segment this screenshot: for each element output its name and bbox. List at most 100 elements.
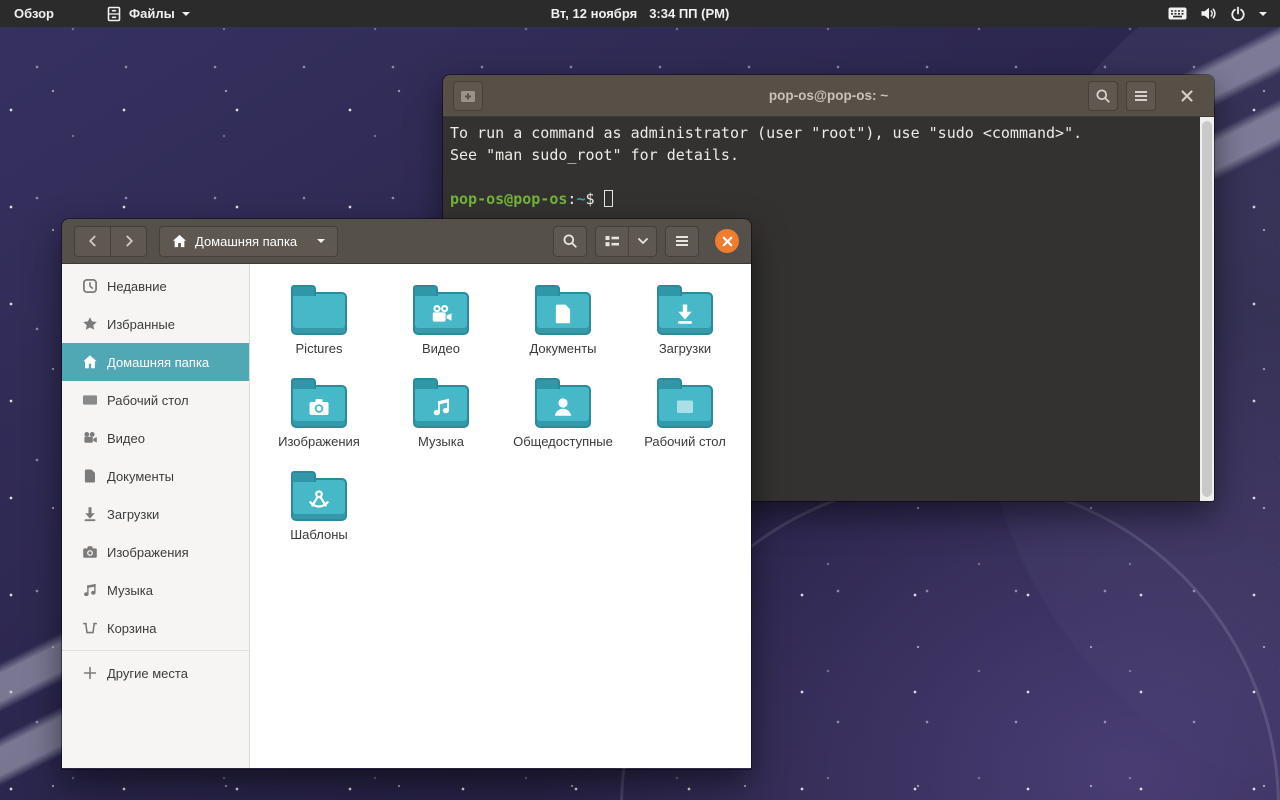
sidebar-item-label: Изображения xyxy=(107,544,189,560)
screen-glyph xyxy=(677,400,693,413)
folder-tile-music[interactable]: Музыка xyxy=(380,376,502,449)
folder-downloads-icon xyxy=(657,285,713,335)
sidebar-item-label: Документы xyxy=(107,468,175,484)
system-status-area[interactable] xyxy=(1155,0,1280,27)
terminal-menu-button[interactable] xyxy=(1126,81,1156,111)
prompt-user: pop-os@pop-os xyxy=(450,190,568,208)
terminal-title: pop-os@pop-os: ~ xyxy=(768,88,889,103)
folder-label: Документы xyxy=(529,341,597,356)
sidebar-item-videos[interactable]: Видео xyxy=(62,419,249,457)
sidebar-item-music[interactable]: Музыка xyxy=(62,571,249,609)
sidebar-item-label: Музыка xyxy=(107,582,153,598)
close-icon xyxy=(1181,90,1193,102)
folder-icon xyxy=(291,285,347,335)
new-tab-button[interactable] xyxy=(453,81,483,111)
folder-label: Изображения xyxy=(278,434,360,449)
close-icon xyxy=(722,236,732,246)
chevron-down-icon xyxy=(317,239,326,243)
menu-icon xyxy=(676,236,688,246)
sidebar-item-downloads[interactable]: Загрузки xyxy=(62,495,249,533)
chevron-down-icon xyxy=(1259,11,1267,16)
folder-tile-templates[interactable]: Шаблоны xyxy=(258,469,380,542)
sidebar-item-pictures[interactable]: Изображения xyxy=(62,533,249,571)
terminal-cursor xyxy=(603,190,613,207)
terminal-scrollbar[interactable] xyxy=(1200,117,1214,501)
download-icon xyxy=(84,507,96,522)
sidebar-item-starred[interactable]: Избранные xyxy=(62,305,249,343)
search-icon xyxy=(1096,89,1110,103)
folder-tile-desktop[interactable]: Рабочий стол xyxy=(624,376,746,449)
download-glyph xyxy=(678,304,692,324)
folder-label: Загрузки xyxy=(658,341,712,356)
sidebar-item-label: Избранные xyxy=(107,316,175,332)
folder-tile-pictures-en[interactable]: Pictures xyxy=(258,283,380,356)
terminal-close-button[interactable] xyxy=(1172,81,1202,111)
view-toggle-button[interactable] xyxy=(595,225,629,257)
plus-icon xyxy=(83,666,97,680)
folder-tile-videos[interactable]: Видео xyxy=(380,283,502,356)
files-close-button[interactable] xyxy=(715,229,739,253)
files-menu-button[interactable] xyxy=(665,225,699,257)
forward-button[interactable] xyxy=(110,225,147,257)
clock-time: 3:34 ПП (PM) xyxy=(649,6,730,21)
folder-label: Pictures xyxy=(295,341,343,356)
files-titlebar: Домашняя папка xyxy=(62,219,751,264)
sidebar-item-recent[interactable]: Недавние xyxy=(62,267,249,305)
sidebar-item-label: Другие места xyxy=(107,665,188,681)
sidebar-item-label: Недавние xyxy=(107,278,167,294)
view-options-button[interactable] xyxy=(628,225,657,257)
folder-tile-pictures[interactable]: Изображения xyxy=(258,376,380,449)
folder-label: Общедоступные xyxy=(513,434,613,449)
folder-label: Музыка xyxy=(418,434,464,449)
sidebar-item-documents[interactable]: Документы xyxy=(62,457,249,495)
folder-tile-downloads[interactable]: Загрузки xyxy=(624,283,746,356)
folder-pictures-icon xyxy=(291,378,347,428)
folder-tile-documents[interactable]: Документы xyxy=(502,283,624,356)
terminal-output-line: To run a command as administrator (user … xyxy=(450,124,1083,142)
volume-icon xyxy=(1201,7,1216,20)
sidebar-item-label: Загрузки xyxy=(107,506,160,522)
search-icon xyxy=(563,234,577,248)
desktop-icon xyxy=(83,395,97,405)
sidebar-item-home[interactable]: Домашняя папка xyxy=(62,343,249,381)
path-bar-label: Домашняя папка xyxy=(195,233,298,249)
sidebar-separator xyxy=(62,650,249,651)
clock-button[interactable]: Вт, 12 ноября 3:34 ПП (PM) xyxy=(551,0,730,27)
document-icon xyxy=(84,469,95,483)
keyboard-icon xyxy=(1168,7,1187,20)
folder-documents-icon xyxy=(535,285,591,335)
app-menu-button[interactable]: Файлы xyxy=(94,0,202,27)
files-sidebar: Недавние Избранные Домашняя папка Рабочи… xyxy=(62,264,250,768)
menu-icon xyxy=(1135,91,1147,101)
scrollbar-thumb[interactable] xyxy=(1202,121,1212,497)
folder-label: Рабочий стол xyxy=(644,434,726,449)
files-content-area: Pictures Видео Документы Загрузки Изобра… xyxy=(250,264,751,768)
path-bar-button[interactable]: Домашняя папка xyxy=(159,225,339,257)
trash-icon xyxy=(83,622,97,634)
document-glyph xyxy=(555,304,571,323)
terminal-search-button[interactable] xyxy=(1088,81,1118,111)
prompt-symbol: $ xyxy=(585,190,595,208)
activities-button[interactable]: Обзор xyxy=(0,0,68,27)
top-bar: Обзор Файлы Вт, 12 ноября 3:34 ПП (PM) xyxy=(0,0,1280,27)
sidebar-item-trash[interactable]: Корзина xyxy=(62,609,249,647)
terminal-prompt: pop-os@pop-os:~$ xyxy=(450,188,1190,210)
power-icon xyxy=(1231,6,1245,21)
back-button[interactable] xyxy=(74,225,111,257)
sidebar-item-label: Видео xyxy=(107,430,145,446)
folder-tile-public[interactable]: Общедоступные xyxy=(502,376,624,449)
folder-music-icon xyxy=(413,378,469,428)
sidebar-item-other-places[interactable]: Другие места xyxy=(62,654,249,692)
app-menu-label: Файлы xyxy=(129,6,175,21)
folder-video-icon xyxy=(413,285,469,335)
sidebar-item-desktop[interactable]: Рабочий стол xyxy=(62,381,249,419)
back-icon xyxy=(88,235,96,247)
forward-icon xyxy=(125,235,133,247)
desktop-wallpaper: Обзор Файлы Вт, 12 ноября 3:34 ПП (PM) p… xyxy=(0,0,1280,800)
sidebar-item-label: Домашняя папка xyxy=(107,354,210,370)
home-icon xyxy=(172,234,187,248)
files-search-button[interactable] xyxy=(553,225,587,257)
sidebar-item-label: Корзина xyxy=(107,620,157,636)
camera-glyph xyxy=(309,398,329,415)
folder-desktop-icon xyxy=(657,378,713,428)
